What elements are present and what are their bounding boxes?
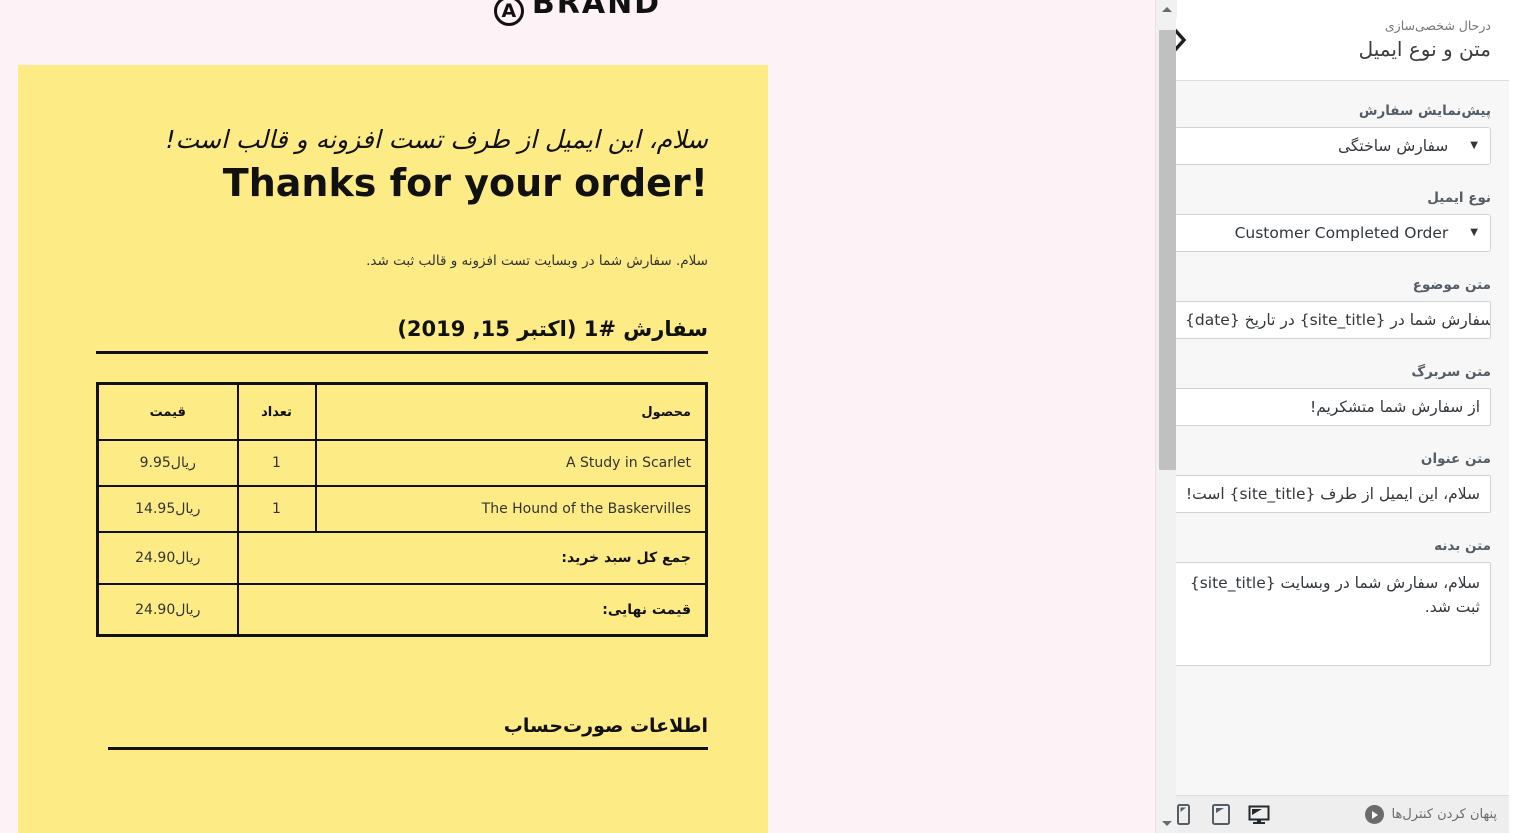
control-title-text: متن عنوان سلام، این ایمیل از طرف {site_t… xyxy=(1174,451,1491,513)
table-row-total: قیمت نهایی: ریال24.90 xyxy=(96,582,708,637)
desktop-icon xyxy=(1248,805,1270,824)
textarea-body-text[interactable]: سلام، سفارش شما در وبسایت {site_title} ث… xyxy=(1174,562,1491,666)
scroll-down-arrow-icon[interactable] xyxy=(1156,814,1177,833)
email-preview-pane: A BRAND سلام، این ایمیل از طرف تست افزونه… xyxy=(0,0,1155,833)
email-greeting: سلام، این ایمیل از طرف تست افزونه و قالب… xyxy=(165,125,708,154)
select-order-preview[interactable]: ▼ سفارش ساختگی xyxy=(1174,127,1491,165)
scroll-up-arrow-icon[interactable] xyxy=(1156,0,1177,19)
tablet-icon xyxy=(1212,804,1230,825)
collapse-controls-label: پنهان کردن کنترل‌ها xyxy=(1391,807,1497,822)
control-email-type: نوع ایمیل ▼ Customer Completed Order xyxy=(1174,190,1491,252)
control-body-text: متن بدنه سلام، سفارش شما در وبسایت {site… xyxy=(1174,538,1491,666)
scrollbar-thumb[interactable] xyxy=(1159,30,1176,470)
header-price: قیمت xyxy=(96,382,239,441)
control-subject-text: متن موضوع سفارش شما در {site_title} در ت… xyxy=(1174,277,1491,339)
control-order-preview: پیش‌نمایش سفارش ▼ سفارش ساختگی xyxy=(1174,103,1491,165)
collapse-controls-button[interactable]: پنهان کردن کنترل‌ها xyxy=(1364,805,1497,824)
label-order-preview: پیش‌نمایش سفارش xyxy=(1358,103,1491,119)
cell-total-value: ریال24.90 xyxy=(96,582,239,637)
order-items-table: محصول تعداد قیمت A Study in Scarlet 1 ری… xyxy=(96,382,708,638)
order-table-head: محصول تعداد قیمت xyxy=(96,382,708,441)
input-header-text-value: از سفارش شما متشکریم! xyxy=(1310,398,1480,416)
email-body-text: سلام. سفارش شما در وبسایت تست افزونه و ق… xyxy=(366,253,708,270)
cell-product: The Hound of the Baskervilles xyxy=(314,484,708,533)
customizer-sidebar: درحال شخصی‌سازی متن و نوع ایمیل پیش‌نمای… xyxy=(1155,0,1509,833)
input-subject-text[interactable]: سفارش شما در {site_title} در تاریخ {date… xyxy=(1174,301,1491,339)
device-preview-switcher xyxy=(1168,804,1270,826)
cell-price: ریال14.95 xyxy=(96,484,239,533)
customizer-footer: پنهان کردن کنترل‌ها xyxy=(1156,795,1509,833)
input-title-text[interactable]: سلام، این ایمیل از طرف {site_title} است! xyxy=(1174,475,1491,513)
input-subject-text-value: سفارش شما در {site_title} در تاریخ {date… xyxy=(1185,311,1491,329)
brand-name: BRAND xyxy=(531,0,662,21)
customizer-app: A BRAND سلام، این ایمیل از طرف تست افزونه… xyxy=(0,0,1530,833)
cell-subtotal-label: جمع کل سبد خرید: xyxy=(236,530,708,585)
brand-mark-icon: A xyxy=(493,0,524,26)
header-quantity: تعداد xyxy=(236,382,317,441)
customizer-header: درحال شخصی‌سازی متن و نوع ایمیل xyxy=(1156,0,1509,81)
customizer-controls: پیش‌نمایش سفارش ▼ سفارش ساختگی نوع ایمیل… xyxy=(1156,81,1509,795)
table-header-row: محصول تعداد قیمت xyxy=(96,382,708,441)
table-row-subtotal: جمع کل سبد خرید: ریال24.90 xyxy=(96,530,708,585)
cell-price: ریال9.95 xyxy=(96,438,239,487)
order-table-body: A Study in Scarlet 1 ریال9.95 The Hound … xyxy=(96,438,708,637)
input-title-text-value: سلام، این ایمیل از طرف {site_title} است! xyxy=(1185,485,1480,503)
table-row: A Study in Scarlet 1 ریال9.95 xyxy=(96,438,708,487)
table-row: The Hound of the Baskervilles 1 ریال14.9… xyxy=(96,484,708,533)
cell-product: A Study in Scarlet xyxy=(314,438,708,487)
chevron-down-icon: ▼ xyxy=(1470,227,1478,238)
cell-quantity: 1 xyxy=(236,438,317,487)
customizer-header-titles: درحال شخصی‌سازی متن و نوع ایمیل xyxy=(1204,17,1509,64)
label-header-text: متن سربرگ xyxy=(1411,364,1491,380)
label-body-text: متن بدنه xyxy=(1434,538,1491,554)
device-tablet-button[interactable] xyxy=(1210,804,1232,826)
billing-heading: اطلاعات صورت‌حساب xyxy=(108,715,708,751)
cell-total-label: قیمت نهایی: xyxy=(236,582,708,637)
customizer-subtitle: درحال شخصی‌سازی xyxy=(1384,17,1491,33)
label-subject-text: متن موضوع xyxy=(1412,277,1491,293)
email-card: سلام، این ایمیل از طرف تست افزونه و قالب… xyxy=(18,65,768,833)
select-order-preview-value: سفارش ساختگی xyxy=(1337,137,1449,155)
cell-subtotal-value: ریال24.90 xyxy=(96,530,239,585)
label-email-type: نوع ایمیل xyxy=(1427,190,1491,206)
control-header-text: متن سربرگ از سفارش شما متشکریم! xyxy=(1174,364,1491,426)
input-header-text[interactable]: از سفارش شما متشکریم! xyxy=(1174,388,1491,426)
device-desktop-button[interactable] xyxy=(1248,804,1270,826)
order-heading: سفارش #1 (اکتبر 15, 2019) xyxy=(96,317,708,355)
mobile-icon xyxy=(1176,804,1190,825)
brand-logo: A BRAND xyxy=(0,0,1155,26)
preview-scrollbar[interactable] xyxy=(1155,0,1177,833)
select-email-type[interactable]: ▼ Customer Completed Order xyxy=(1174,214,1491,252)
email-title: !Thanks for your order xyxy=(222,160,708,205)
chevron-down-icon: ▼ xyxy=(1470,140,1478,151)
label-title-text: متن عنوان xyxy=(1420,451,1491,467)
cell-quantity: 1 xyxy=(236,484,317,533)
select-email-type-value: Customer Completed Order xyxy=(1234,224,1449,242)
header-product: محصول xyxy=(314,382,708,441)
play-triangle-icon xyxy=(1364,805,1384,824)
customizer-section-title: متن و نوع ایمیل xyxy=(1358,37,1491,62)
